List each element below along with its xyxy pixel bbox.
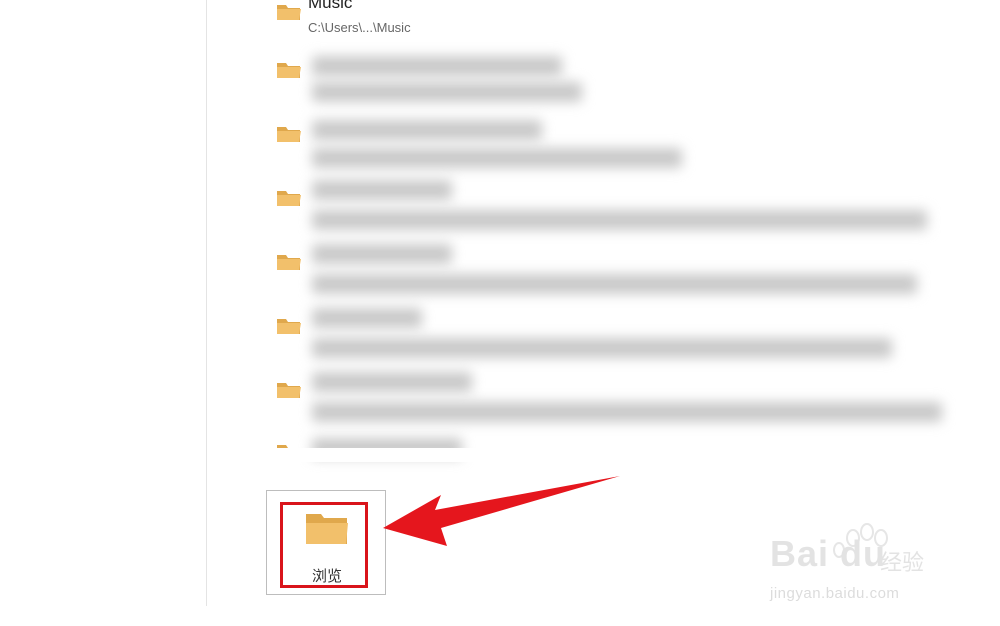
blurred-path [312,148,682,168]
folder-icon [277,383,301,398]
watermark-cn: 经验 [880,550,925,575]
folder-row[interactable] [268,180,968,246]
arrow-icon [383,476,620,546]
folder-icon [277,127,301,142]
blurred-title [312,120,542,140]
blurred-title [312,372,472,392]
blurred-path [312,274,917,294]
folder-row[interactable] [268,120,968,182]
highlight-box [280,502,368,588]
folder-row[interactable] [268,308,968,374]
folder-icon [277,255,301,270]
folder-title: Music [308,0,353,12]
blurred-title [312,308,422,328]
folder-path: C:\Users\...\Music [308,20,411,35]
folder-icon [277,5,301,20]
list-clip [268,448,968,462]
folder-row[interactable] [268,244,968,310]
folder-icon [277,319,301,334]
folder-row[interactable] [268,372,968,438]
blurred-title [312,180,452,200]
folder-list[interactable]: Music C:\Users\...\Music [0,0,1000,462]
folder-row-music[interactable]: Music C:\Users\...\Music [268,0,968,60]
blurred-title [312,244,452,264]
folder-row[interactable] [268,56,968,118]
watermark-url: jingyan.baidu.com [770,585,900,602]
folder-icon [277,63,301,78]
blurred-path [312,210,927,230]
folder-icon [277,191,301,206]
blurred-path [312,402,942,422]
blurred-title [312,56,562,76]
blurred-path [312,82,582,102]
watermark-brand: Bai du [770,533,887,574]
blurred-path [312,338,892,358]
